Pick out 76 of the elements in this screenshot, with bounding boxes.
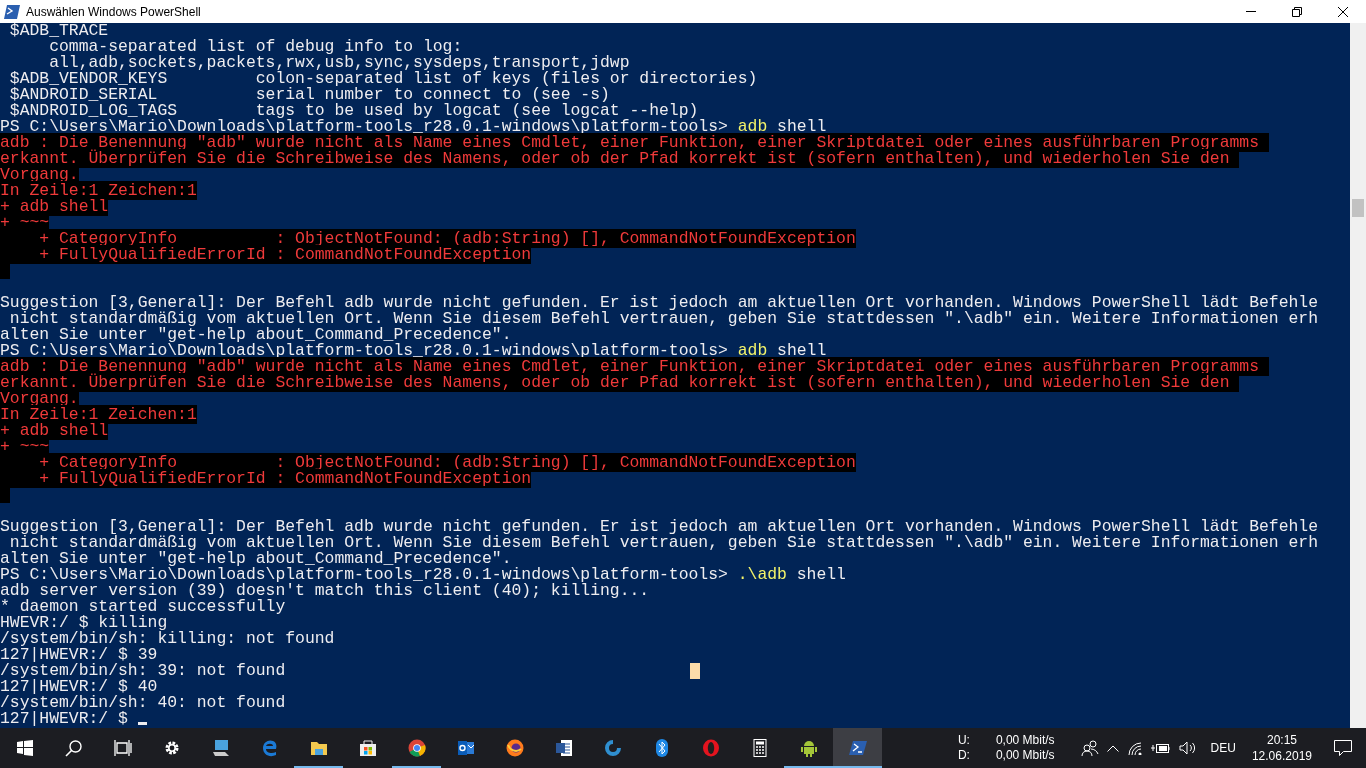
command-argument: shell bbox=[777, 341, 827, 360]
download-label: D: bbox=[957, 748, 970, 763]
minimize-icon bbox=[1246, 11, 1256, 12]
prompt-text: PS C:\Users\Mario\Downloads\platform-tools_r28.0.1-windows\platform-tools> bbox=[0, 117, 728, 136]
console-text: adb server version (39) doesn't match this client (40); killing... bbox=[0, 581, 650, 600]
console-text: $ANDROID_SERIAL serial number to connect to (see -s) bbox=[8, 85, 610, 104]
error-text: + adb shell bbox=[0, 421, 109, 440]
error-text: erkannt. Überprüfen Sie die Schreibweise des Namens, oder ob der Pfad korrekt ist (sofern enthalten), und wiederholen Sie den bbox=[0, 149, 1240, 168]
search-icon bbox=[65, 739, 82, 757]
document-icon bbox=[554, 739, 573, 757]
console-text: * daemon started successfully bbox=[0, 597, 286, 616]
console-text: nicht standardmäßig vom aktuellen Ort. Wenn Sie diesem Befehl vertrauen, geben Sie stattdessen ".\adb" ein. Weitere Informationen erh bbox=[9, 309, 1319, 328]
console-text: comma-separated list of debug info to log: bbox=[48, 37, 463, 56]
console-text: all,adb,sockets,packets,rwx,usb,sync,sysdeps,transport,jdwp bbox=[49, 53, 630, 72]
upload-label: U: bbox=[957, 733, 970, 748]
console-text: 127|HWEVR:/ $ 39 bbox=[0, 645, 158, 664]
command-name: .\adb bbox=[737, 565, 787, 584]
console-text: /system/bin/sh: 40: not found bbox=[0, 693, 286, 712]
computer-icon bbox=[211, 739, 230, 757]
error-text: In Zeile:1 Zeichen:1 bbox=[0, 181, 197, 200]
console-text: alten Sie unter "get-help about_Command_Precedence". bbox=[0, 549, 512, 568]
console-text: /system/bin/sh: 39: not found bbox=[0, 661, 286, 680]
scrollbar[interactable] bbox=[1350, 23, 1366, 728]
error-text: + adb shell bbox=[0, 197, 109, 216]
terminal-icon bbox=[848, 739, 867, 757]
window-grid-icon bbox=[16, 740, 33, 756]
prompt-text: PS C:\Users\Mario\Downloads\platform-tools_r28.0.1-windows\platform-tools> bbox=[0, 565, 729, 584]
folder-icon bbox=[309, 739, 328, 757]
download-rate: 0,00 Mbit/s bbox=[995, 748, 1055, 763]
error-highlight-block bbox=[0, 487, 10, 503]
robot-icon bbox=[799, 739, 818, 757]
console-text: HWEVR:/ $ killing bbox=[0, 613, 168, 632]
console-text: 127|HWEVR:/ $ bbox=[0, 709, 128, 728]
console-text: $ADB_VENDOR_KEYS colon-separated list of keys (files or directories) bbox=[8, 69, 758, 88]
letter-e-icon bbox=[260, 739, 279, 757]
restore-icon bbox=[1292, 6, 1302, 17]
notification-icon[interactable] bbox=[1334, 740, 1352, 756]
battery-icon[interactable] bbox=[1150, 742, 1171, 754]
flame-circle-icon bbox=[505, 739, 524, 757]
console-text: Suggestion [3,General]: Der Befehl adb wurde nicht gefunden. Er ist jedoch am aktuellen Ort vorhanden. Windows PowerShell lädt Befehle bbox=[0, 293, 1319, 312]
people-icon[interactable] bbox=[1080, 740, 1099, 756]
console-text: nicht standardmäßig vom aktuellen Ort. Wenn Sie diesem Befehl vertrauen, geben Sie stattdessen ".\adb" ein. Weitere Informationen erh bbox=[9, 533, 1319, 552]
console-text: Suggestion [3,General]: Der Befehl adb wurde nicht gefunden. Er ist jedoch am aktuellen Ort vorhanden. Windows PowerShell lädt Befehle bbox=[0, 517, 1319, 536]
error-text: erkannt. Überprüfen Sie die Schreibweise des Namens, oder ob der Pfad korrekt ist (sofern enthalten), und wiederholen Sie den bbox=[0, 373, 1240, 392]
letter-o-icon bbox=[701, 739, 720, 757]
circle-logo-icon bbox=[407, 739, 426, 757]
speaker-icon[interactable] bbox=[1178, 741, 1197, 755]
command-name: adb bbox=[737, 341, 768, 360]
console-text: 127|HWEVR:/ $ 40 bbox=[0, 677, 158, 696]
command-argument: shell bbox=[777, 117, 827, 136]
scrollbar-thumb[interactable] bbox=[1352, 199, 1364, 217]
language-indicator[interactable]: DEU bbox=[1200, 728, 1246, 768]
console-text: /system/bin/sh: killing: not found bbox=[0, 629, 335, 648]
terminal-icon bbox=[4, 4, 20, 19]
calculator-icon bbox=[750, 739, 769, 757]
mail-icon bbox=[456, 739, 475, 757]
console-text: $ANDROID_LOG_TAGS tags to be used by logcat (see logcat --help) bbox=[8, 101, 699, 120]
cursor-block bbox=[690, 663, 700, 679]
close-icon bbox=[1338, 6, 1348, 17]
clock-button[interactable]: 20:15 12.06.2019 bbox=[1245, 728, 1318, 768]
error-highlight-block bbox=[0, 263, 10, 279]
command-name: adb bbox=[737, 117, 768, 136]
error-text: + FullyQualifiedErrorId : CommandNotFoundException bbox=[0, 245, 532, 264]
task-view-icon bbox=[113, 740, 132, 756]
error-text: + FullyQualifiedErrorId : CommandNotFoundException bbox=[0, 469, 532, 488]
caret-up-icon[interactable] bbox=[1106, 744, 1119, 752]
wifi-icon[interactable] bbox=[1126, 741, 1143, 755]
console-text: $ADB_TRACE bbox=[8, 23, 109, 40]
prompt-text: PS C:\Users\Mario\Downloads\platform-tools_r28.0.1-windows\platform-tools> bbox=[0, 341, 728, 360]
error-text: In Zeile:1 Zeichen:1 bbox=[0, 405, 197, 424]
shopping-bag-icon bbox=[358, 739, 377, 757]
swirl-icon bbox=[603, 739, 622, 757]
upload-rate: 0,00 Mbit/s bbox=[995, 733, 1055, 748]
window-title: Auswählen Windows PowerShell bbox=[26, 4, 201, 19]
console-text: alten Sie unter "get-help about_Command_Precedence". bbox=[0, 325, 512, 344]
command-argument: shell bbox=[795, 565, 846, 584]
